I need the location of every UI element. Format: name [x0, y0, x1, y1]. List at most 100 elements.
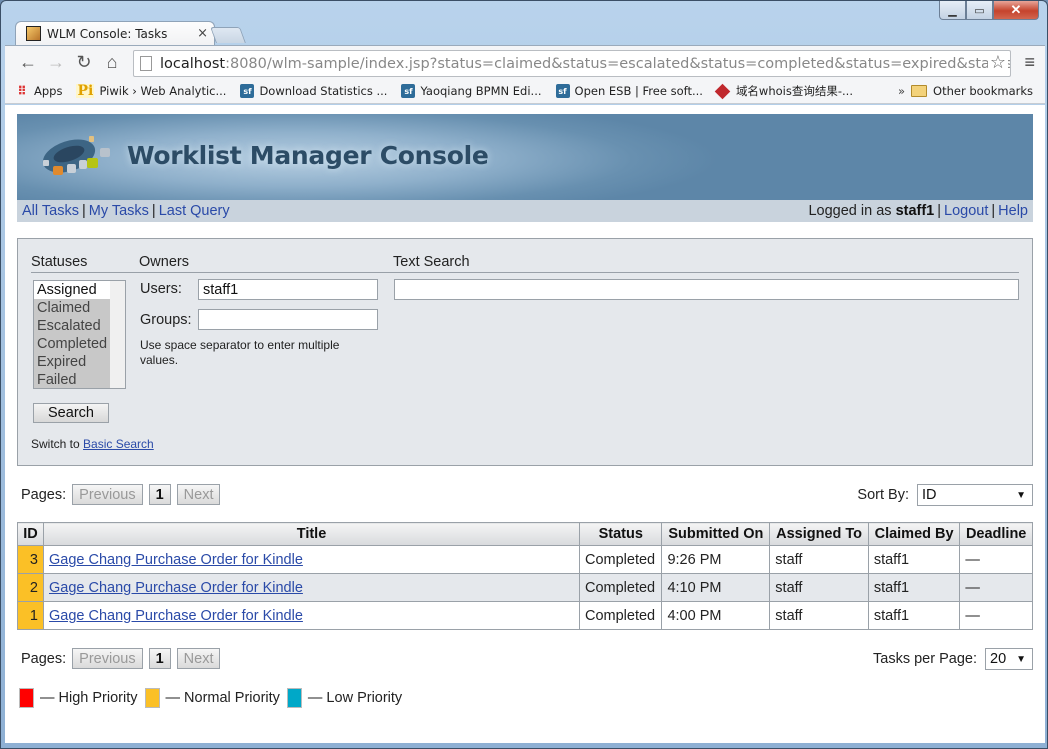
groups-input[interactable] [198, 309, 378, 330]
bookmark-star-icon[interactable]: ☆ [987, 52, 1008, 73]
status-option-expired[interactable]: Expired [34, 353, 110, 371]
page-1-button[interactable]: 1 [148, 484, 171, 505]
task-status: Completed [578, 573, 663, 602]
bookmark-download-statistics[interactable]: sf Download Statistics ... [240, 84, 387, 98]
bookmark-whois[interactable]: 域名whois查询结果-... [714, 83, 853, 99]
sort-by-label: Sort By: [857, 487, 909, 503]
piwik-icon: Pi [76, 83, 95, 99]
status-option-escalated[interactable]: Escalated [34, 317, 110, 335]
new-tab-button[interactable] [210, 27, 246, 43]
task-id: 2 [17, 573, 44, 602]
page-1-button[interactable]: 1 [148, 648, 171, 669]
column-header-deadline[interactable]: Deadline [959, 522, 1033, 546]
task-status: Completed [578, 601, 663, 630]
bookmark-open-esb[interactable]: sf Open ESB | Free soft... [555, 84, 703, 98]
current-username: staff1 [895, 203, 935, 219]
tab-title: WLM Console: Tasks [47, 26, 168, 41]
high-priority-swatch [19, 688, 34, 708]
dropdown-arrow-icon: ▼ [1016, 653, 1026, 665]
tasks-per-page-select[interactable]: 20 ▼ [985, 648, 1033, 670]
legend-normal-priority: — Normal Priority [144, 688, 280, 708]
statuses-scrollbar[interactable] [110, 281, 125, 388]
basic-search-link[interactable]: Basic Search [83, 437, 154, 451]
status-option-completed[interactable]: Completed [34, 335, 110, 353]
owners-label: Owners [139, 254, 189, 270]
search-button[interactable]: Search [33, 403, 109, 423]
normal-priority-swatch [144, 688, 160, 708]
table-row: 1 Gage Chang Purchase Order for Kindle C… [17, 601, 1033, 630]
task-submitted-on: 9:26 PM [661, 545, 771, 574]
column-header-status[interactable]: Status [578, 522, 663, 546]
task-title-link[interactable]: Gage Chang Purchase Order for Kindle [49, 552, 303, 568]
column-header-title[interactable]: Title [43, 522, 580, 546]
apps-grid-icon: ⠿ [17, 84, 27, 98]
table-row: 2 Gage Chang Purchase Order for Kindle C… [17, 573, 1033, 602]
users-label: Users: [140, 281, 182, 297]
nav-all-tasks[interactable]: All Tasks [22, 203, 79, 219]
bookmark-yaoqiang[interactable]: sf Yaoqiang BPMN Edi... [401, 84, 542, 98]
top-pager-row: Pages: Previous 1 Next Sort By: ID ▼ [17, 484, 1033, 512]
address-bar[interactable]: localhost:8080/wlm-sample/index.jsp?stat… [133, 50, 1011, 77]
task-deadline: — [959, 601, 1033, 630]
next-page-button[interactable]: Next [176, 484, 221, 505]
next-page-button[interactable]: Next [176, 648, 221, 669]
top-nav: All Tasks | My Tasks | Last Query Logged in … [17, 200, 1033, 222]
page-viewport: Worklist Manager Console All Tasks | My Ta… [5, 105, 1045, 743]
logout-link[interactable]: Logout [944, 203, 988, 219]
tasks-per-page-label: Tasks per Page: [873, 651, 977, 667]
task-id: 1 [17, 601, 44, 630]
previous-page-button[interactable]: Previous [72, 484, 143, 505]
pagination-top: Pages: Previous 1 Next [21, 484, 221, 505]
back-arrow-icon[interactable]: ← [15, 50, 41, 76]
other-bookmarks[interactable]: Other bookmarks [911, 84, 1033, 98]
legend-low-priority: — Low Priority [286, 688, 402, 708]
text-search-input[interactable] [394, 279, 1019, 300]
task-title-link[interactable]: Gage Chang Purchase Order for Kindle [49, 580, 303, 596]
nav-my-tasks[interactable]: My Tasks [89, 203, 149, 219]
column-header-submitted-on[interactable]: Submitted On [661, 522, 771, 546]
bookmarks-overflow-button[interactable]: » [898, 84, 905, 98]
minimize-button[interactable]: ▁ [939, 1, 966, 20]
wlm-page: Worklist Manager Console All Tasks | My Ta… [17, 114, 1033, 708]
sourceforge-icon: sf [240, 84, 255, 98]
column-header-id[interactable]: ID [17, 522, 44, 546]
status-option-assigned[interactable]: Assigned [34, 281, 110, 299]
task-title-cell: Gage Chang Purchase Order for Kindle [43, 573, 580, 602]
browser-tab-active[interactable]: WLM Console: Tasks × [15, 21, 215, 45]
pages-label: Pages: [21, 486, 67, 503]
column-header-assigned-to[interactable]: Assigned To [769, 522, 869, 546]
status-option-claimed[interactable]: Claimed [34, 299, 110, 317]
page-icon [140, 56, 152, 71]
task-claimed-by: staff1 [867, 601, 961, 630]
tab-close-icon[interactable]: × [197, 26, 208, 41]
previous-page-button[interactable]: Previous [72, 648, 143, 669]
task-submitted-on: 4:00 PM [661, 601, 771, 630]
bookmark-apps[interactable]: ⠿ Apps [15, 84, 62, 98]
bookmark-piwik[interactable]: Pi Piwik › Web Analytic... [76, 83, 226, 99]
bookmarks-bar: ⠿ Apps Pi Piwik › Web Analytic... sf Dow… [5, 79, 1045, 104]
table-header-row: ID Title Status Submitted On Assigned To… [17, 522, 1033, 546]
forward-arrow-icon[interactable]: → [43, 50, 69, 76]
maximize-button[interactable]: ▭ [966, 1, 993, 20]
task-status: Completed [578, 545, 663, 574]
help-link[interactable]: Help [998, 203, 1028, 219]
nav-last-query[interactable]: Last Query [159, 203, 230, 219]
home-icon[interactable]: ⌂ [99, 50, 125, 76]
tasks-table: ID Title Status Submitted On Assigned To… [17, 522, 1033, 630]
reload-icon[interactable]: ↻ [71, 50, 97, 76]
status-option-failed[interactable]: Failed [34, 371, 110, 388]
column-header-claimed-by[interactable]: Claimed By [867, 522, 961, 546]
folder-icon [911, 85, 928, 97]
pages-label: Pages: [21, 650, 67, 667]
chrome-menu-icon[interactable]: ≡ [1024, 52, 1035, 73]
task-title-link[interactable]: Gage Chang Purchase Order for Kindle [49, 608, 303, 624]
advanced-search-panel: Statuses Owners Text Search Assigned Cla… [17, 238, 1033, 466]
task-submitted-on: 4:10 PM [661, 573, 771, 602]
statuses-multiselect[interactable]: Assigned Claimed Escalated Completed Exp… [33, 280, 126, 389]
header-banner: Worklist Manager Console [17, 114, 1033, 200]
users-input[interactable] [198, 279, 378, 300]
close-window-button[interactable]: ✕ [993, 1, 1039, 20]
browser-toolbar: ← → ↻ ⌂ localhost:8080/wlm-sample/index.… [5, 45, 1045, 79]
sort-by-select[interactable]: ID ▼ [917, 484, 1033, 506]
legend-high-priority: — High Priority [19, 688, 138, 708]
